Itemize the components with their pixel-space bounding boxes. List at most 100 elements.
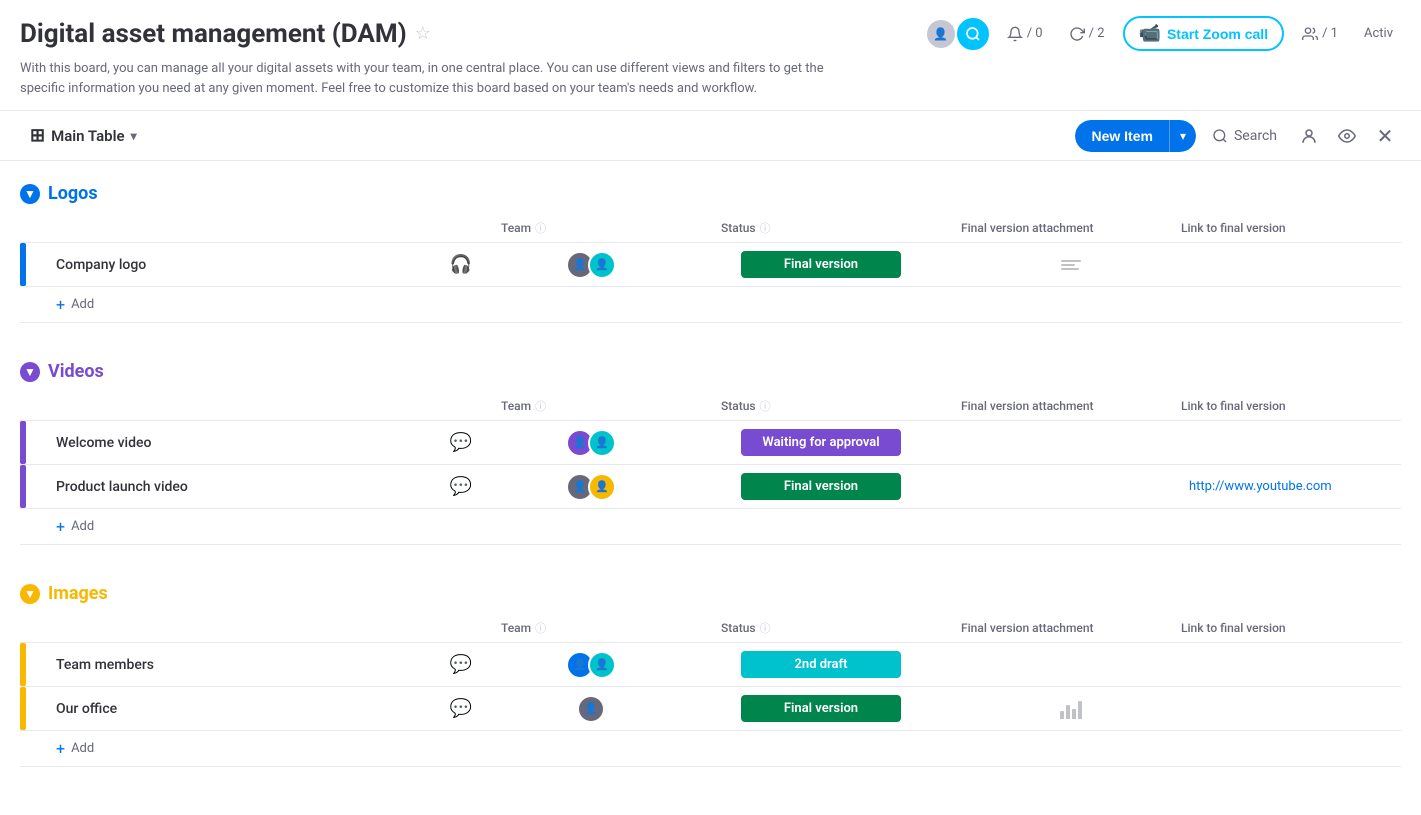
status-badge: 2nd draft xyxy=(741,651,901,678)
star-icon[interactable]: ☆ xyxy=(415,23,431,44)
row-comment-welcome-video[interactable]: 💬 xyxy=(421,432,501,453)
row-status-welcome-video[interactable]: Waiting for approval xyxy=(721,429,921,456)
board-title: Digital asset management (DAM) xyxy=(20,19,407,49)
group-images: ▼ Images Team ⓘ Status ⓘ Final version a… xyxy=(20,577,1401,767)
row-attachment-our-office[interactable] xyxy=(961,699,1181,719)
table-row: Welcome video 💬 👤 👤 Waiting for approval xyxy=(20,421,1401,465)
add-row-label: Add xyxy=(71,297,94,312)
row-comment-team-members[interactable]: 💬 xyxy=(421,654,501,675)
col-status-logos: Status ⓘ xyxy=(721,220,921,236)
row-team-welcome-video: 👤 👤 xyxy=(501,429,681,457)
board-description: With this board, you can manage all your… xyxy=(20,59,840,98)
row-comment-product-launch[interactable]: 💬 xyxy=(421,476,501,497)
row-team-product-launch: 👤 👤 xyxy=(501,473,681,501)
team-avatar: 👤 xyxy=(588,473,616,501)
toolbar-left: ⊞ Main Table ▾ xyxy=(20,119,147,152)
videos-table: Team ⓘ Status ⓘ Final version attachment… xyxy=(20,392,1401,545)
status-info-icon-logos[interactable]: ⓘ xyxy=(760,220,771,236)
group-videos: ▼ Videos Team ⓘ Status ⓘ Final version a… xyxy=(20,355,1401,545)
row-attachment-company-logo[interactable] xyxy=(961,260,1181,270)
row-name-welcome-video: Welcome video xyxy=(20,427,421,459)
col-team-images: Team ⓘ xyxy=(501,620,681,636)
row-team-team-members: 👤 👤 xyxy=(501,651,681,679)
main-content: ▼ Logos Team ⓘ Status ⓘ Final version at… xyxy=(0,161,1421,815)
team-info-icon-videos[interactable]: ⓘ xyxy=(535,398,546,414)
row-status-company-logo[interactable]: Final version xyxy=(721,251,921,278)
new-item-dropdown-button[interactable]: ▾ xyxy=(1169,120,1196,152)
search-button[interactable]: Search xyxy=(1202,122,1287,150)
row-status-our-office[interactable]: Final version xyxy=(721,695,921,722)
chevron-down-icon: ▾ xyxy=(131,129,137,143)
group-images-header[interactable]: ▼ Images xyxy=(20,577,1401,610)
row-name-team-members: Team members xyxy=(20,649,421,681)
add-icon: + xyxy=(56,295,65,314)
table-row: Product launch video 💬 👤 👤 Final version… xyxy=(20,465,1401,509)
table-row: Team members 💬 👤 👤 2nd draft xyxy=(20,643,1401,687)
col-attachment-videos: Final version attachment xyxy=(961,399,1181,413)
more-icon-button[interactable]: ✕ xyxy=(1369,120,1401,152)
images-add-row[interactable]: + Add xyxy=(20,731,1401,767)
row-left-bar xyxy=(20,421,26,464)
status-info-icon-videos[interactable]: ⓘ xyxy=(760,398,771,414)
group-collapse-images[interactable]: ▼ xyxy=(20,584,40,604)
add-row-label: Add xyxy=(71,741,94,756)
row-left-bar xyxy=(20,465,26,508)
row-name-company-logo: Company logo xyxy=(20,249,421,281)
table-icon: ⊞ xyxy=(30,125,45,146)
status-badge: Waiting for approval xyxy=(741,429,901,456)
col-team-logos: Team ⓘ xyxy=(501,220,681,236)
team-info-icon-logos[interactable]: ⓘ xyxy=(535,220,546,236)
team-info-icon-images[interactable]: ⓘ xyxy=(535,620,546,636)
row-left-bar xyxy=(20,643,26,686)
col-status-videos: Status ⓘ xyxy=(721,398,921,414)
add-icon: + xyxy=(56,517,65,536)
avatar-zoom-indicator xyxy=(957,18,989,50)
group-videos-title: Videos xyxy=(48,361,104,382)
title-area: Digital asset management (DAM) ☆ xyxy=(20,19,431,49)
group-collapse-videos[interactable]: ▼ xyxy=(20,362,40,382)
notifications-stat[interactable]: / 0 xyxy=(999,22,1051,46)
row-left-bar xyxy=(20,243,26,286)
row-audio-company-logo[interactable]: 🎧 xyxy=(421,254,501,275)
header: Digital asset management (DAM) ☆ 👤 / 0 xyxy=(0,0,1421,111)
avatar-user1: 👤 xyxy=(925,18,957,50)
group-images-title: Images xyxy=(48,583,108,604)
col-link-logos: Link to final version xyxy=(1181,221,1401,235)
logos-add-row[interactable]: + Add xyxy=(20,287,1401,323)
people-button[interactable]: / 1 xyxy=(1294,22,1346,46)
group-logos-title: Logos xyxy=(48,183,98,204)
col-status-images: Status ⓘ xyxy=(721,620,921,636)
group-videos-header[interactable]: ▼ Videos xyxy=(20,355,1401,388)
logos-table: Team ⓘ Status ⓘ Final version attachment… xyxy=(20,214,1401,323)
group-collapse-logos[interactable]: ▼ xyxy=(20,184,40,204)
row-name-product-launch: Product launch video xyxy=(20,471,421,503)
col-link-images: Link to final version xyxy=(1181,621,1401,635)
zoom-call-button[interactable]: 📹 Start Zoom call xyxy=(1123,16,1285,51)
new-item-button[interactable]: New Item xyxy=(1075,120,1168,152)
table-switcher[interactable]: ⊞ Main Table ▾ xyxy=(20,119,147,152)
person-icon-button[interactable] xyxy=(1293,120,1325,152)
team-avatar: 👤 xyxy=(588,251,616,279)
videos-add-row[interactable]: + Add xyxy=(20,509,1401,545)
status-info-icon-images[interactable]: ⓘ xyxy=(760,620,771,636)
row-status-team-members[interactable]: 2nd draft xyxy=(721,651,921,678)
status-badge: Final version xyxy=(741,251,901,278)
table-row: Our office 💬 👤 Final version xyxy=(20,687,1401,731)
activity-button[interactable]: Activ xyxy=(1356,22,1401,45)
row-comment-our-office[interactable]: 💬 xyxy=(421,698,501,719)
new-item-label: New Item xyxy=(1091,128,1152,144)
group-logos: ▼ Logos Team ⓘ Status ⓘ Final version at… xyxy=(20,177,1401,323)
eye-icon-button[interactable] xyxy=(1331,120,1363,152)
images-table: Team ⓘ Status ⓘ Final version attachment… xyxy=(20,614,1401,767)
row-link-product-launch: http://www.youtube.com xyxy=(1181,479,1401,494)
group-logos-header[interactable]: ▼ Logos xyxy=(20,177,1401,210)
col-link-videos: Link to final version xyxy=(1181,399,1401,413)
row-status-product-launch[interactable]: Final version xyxy=(721,473,921,500)
updates-stat[interactable]: / 2 xyxy=(1061,22,1113,46)
images-column-headers: Team ⓘ Status ⓘ Final version attachment… xyxy=(20,614,1401,643)
row-team-company-logo: 👤 👤 xyxy=(501,251,681,279)
row-name-our-office: Our office xyxy=(20,693,421,725)
youtube-link[interactable]: http://www.youtube.com xyxy=(1189,479,1332,494)
team-avatar: 👤 xyxy=(588,651,616,679)
row-left-bar xyxy=(20,687,26,730)
